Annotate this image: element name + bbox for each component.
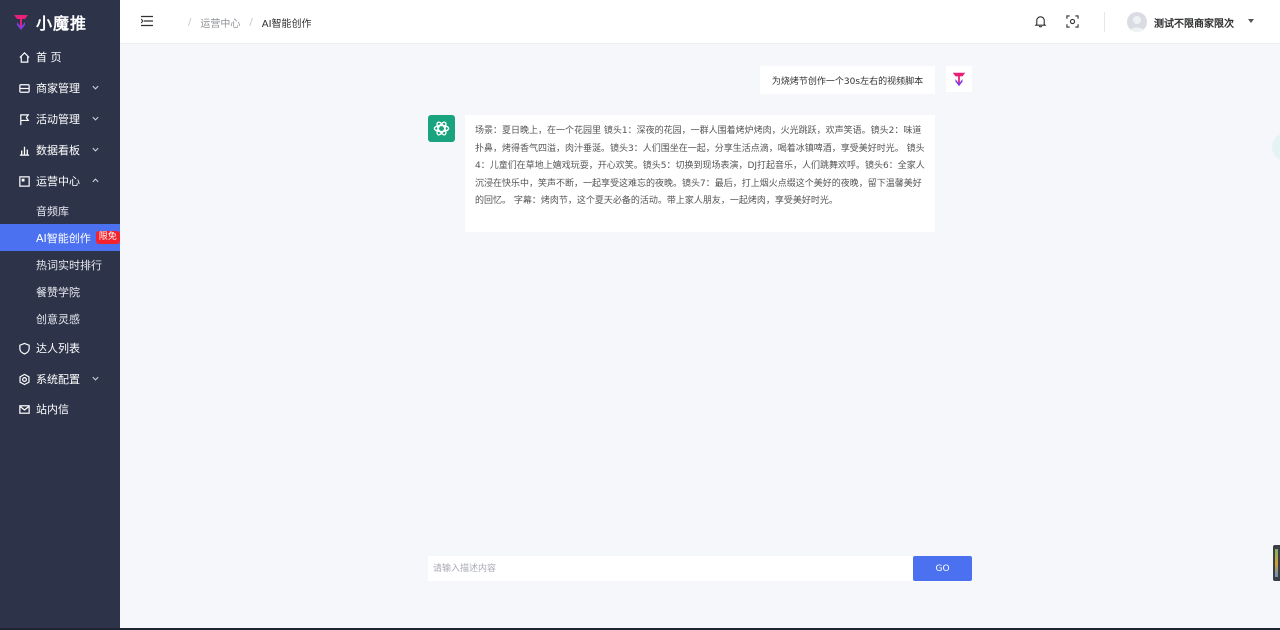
chart-icon bbox=[18, 144, 31, 157]
free-badge: 限免 bbox=[95, 231, 120, 244]
sidebar-item-activity[interactable]: 活动管理 bbox=[0, 104, 120, 134]
sidebar-item-operation[interactable]: 运营中心 bbox=[0, 166, 120, 196]
sidebar-item-dashboard[interactable]: 数据看板 bbox=[0, 135, 120, 165]
fullscreen-icon[interactable] bbox=[1066, 15, 1079, 28]
sidebar-item-label: 站内信 bbox=[36, 403, 69, 416]
sidebar-item-messages[interactable]: 站内信 bbox=[0, 394, 120, 424]
shield-icon bbox=[18, 342, 31, 355]
user-avatar-icon bbox=[1129, 16, 1145, 32]
submenu-item-audio-library[interactable]: 音频库 bbox=[0, 197, 120, 224]
sidebar-item-label: 运营中心 bbox=[36, 175, 80, 188]
sidebar-item-label: 活动管理 bbox=[36, 113, 80, 126]
header-divider bbox=[1104, 12, 1105, 32]
side-toolbar-handle[interactable] bbox=[1273, 545, 1280, 581]
menu-toggle-icon[interactable] bbox=[141, 15, 153, 27]
submenu-item-inspiration[interactable]: 创意灵感 bbox=[0, 305, 120, 332]
chevron-down-icon bbox=[92, 147, 99, 152]
sidebar-item-label: 首 页 bbox=[36, 51, 62, 64]
shop-icon bbox=[18, 82, 31, 95]
logo-icon bbox=[952, 72, 966, 87]
bot-avatar bbox=[428, 115, 455, 142]
breadcrumb: / 运营中心 / AI智能创作 bbox=[188, 15, 312, 30]
logo[interactable]: 小魔推 bbox=[0, 0, 120, 44]
breadcrumb-item-current: AI智能创作 bbox=[261, 19, 312, 30]
user-message: 为烧烤节创作一个30s左右的视频脚本 bbox=[760, 66, 935, 94]
floating-widget[interactable] bbox=[1272, 133, 1280, 161]
go-button[interactable]: GO bbox=[913, 556, 972, 581]
submenu-item-label: 创意灵感 bbox=[36, 312, 80, 326]
breadcrumb-separator: / bbox=[188, 17, 192, 28]
chevron-down-icon bbox=[92, 116, 99, 121]
mail-icon bbox=[18, 403, 31, 416]
submenu-item-label: 餐赞学院 bbox=[36, 285, 80, 299]
sidebar-item-label: 数据看板 bbox=[36, 144, 80, 157]
sidebar: 小魔推 首 页 商家管理 活动管理 数据看板 运营中心 音频库 AI智能创作 限… bbox=[0, 0, 120, 630]
flag-icon bbox=[18, 113, 31, 126]
logo-icon bbox=[14, 15, 28, 30]
sidebar-item-label: 商家管理 bbox=[36, 82, 80, 95]
sidebar-item-settings[interactable]: 系统配置 bbox=[0, 364, 120, 394]
sidebar-item-label: 达人列表 bbox=[36, 342, 80, 355]
bell-icon[interactable] bbox=[1034, 15, 1047, 28]
submenu-item-label: 热词实时排行 bbox=[36, 258, 102, 272]
sidebar-item-merchant[interactable]: 商家管理 bbox=[0, 73, 120, 103]
avatar[interactable] bbox=[1127, 12, 1147, 32]
submenu-item-label: AI智能创作 bbox=[36, 231, 91, 245]
breadcrumb-item-operation[interactable]: 运营中心 bbox=[200, 15, 240, 30]
user-message-avatar bbox=[946, 66, 972, 92]
openai-icon bbox=[433, 121, 450, 136]
chevron-up-icon bbox=[92, 178, 99, 183]
caret-down-icon[interactable] bbox=[1248, 19, 1254, 23]
submenu-item-hot-words[interactable]: 热词实时排行 bbox=[0, 251, 120, 278]
sidebar-item-home[interactable]: 首 页 bbox=[0, 42, 120, 72]
sidebar-item-influencers[interactable]: 达人列表 bbox=[0, 333, 120, 363]
submenu-item-academy[interactable]: 餐赞学院 bbox=[0, 278, 120, 305]
submenu-item-label: 音频库 bbox=[36, 204, 69, 218]
breadcrumb-separator: / bbox=[249, 17, 253, 28]
submenu-item-ai-creation[interactable]: AI智能创作 限免 bbox=[0, 224, 120, 251]
prompt-input[interactable] bbox=[428, 556, 913, 581]
chevron-down-icon bbox=[92, 376, 99, 381]
top-header: / 运营中心 / AI智能创作 测试不限商家限次 bbox=[120, 0, 1280, 44]
sidebar-item-label: 系统配置 bbox=[36, 373, 80, 386]
chevron-down-icon bbox=[92, 85, 99, 90]
home-icon bbox=[18, 51, 31, 64]
operation-icon bbox=[18, 175, 31, 188]
bot-message: 场景：夏日晚上，在一个花园里 镜头1：深夜的花园，一群人围着烤炉烤肉，火光跳跃，… bbox=[465, 115, 935, 232]
app-name: 小魔推 bbox=[36, 14, 88, 33]
username[interactable]: 测试不限商家限次 bbox=[1154, 15, 1234, 30]
settings-icon bbox=[18, 373, 31, 386]
